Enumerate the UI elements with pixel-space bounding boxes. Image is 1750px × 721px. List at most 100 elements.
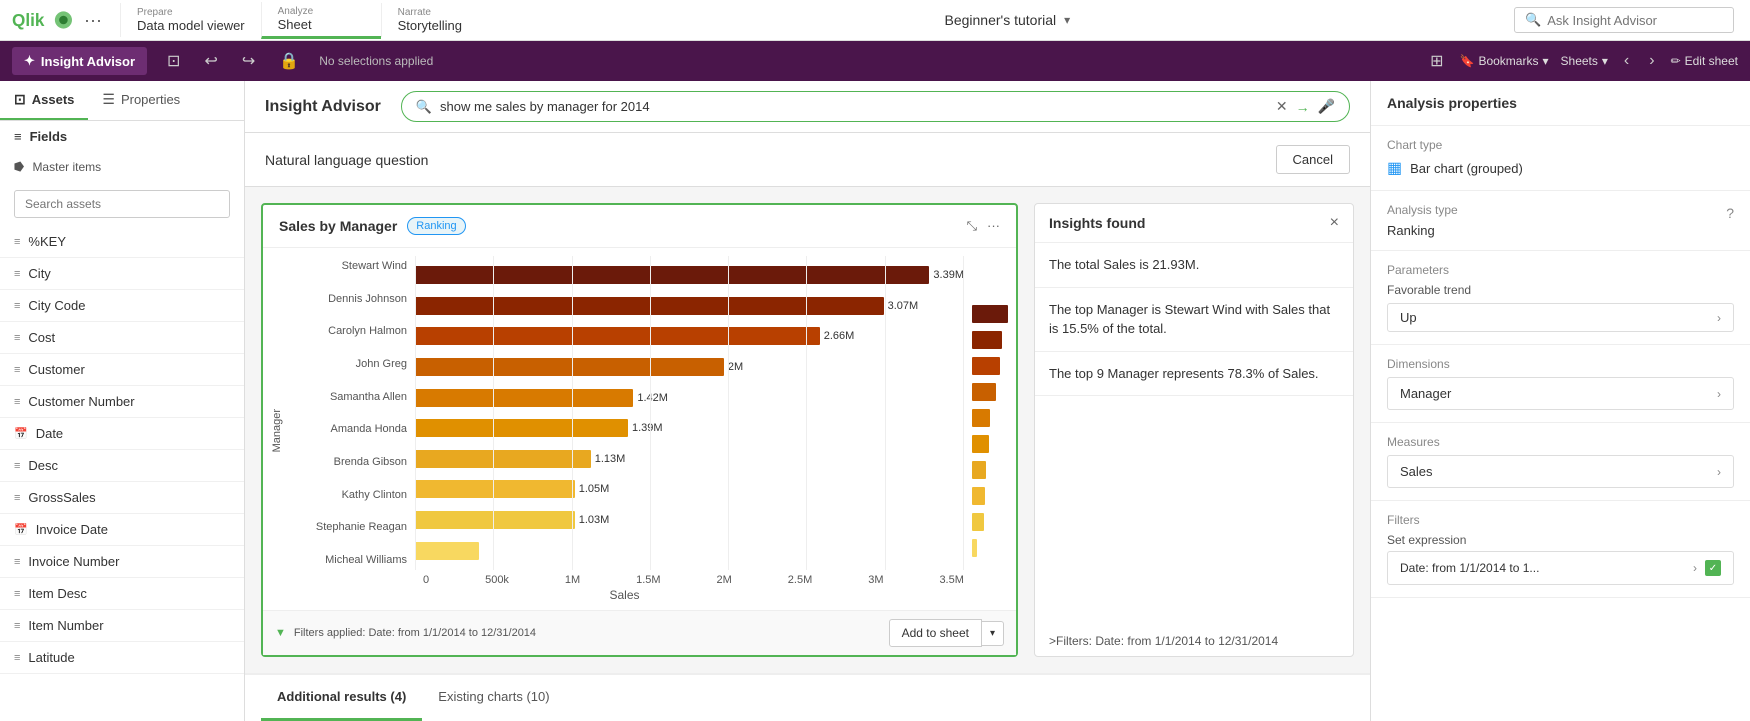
field-item[interactable]: ≡GrossSales	[0, 482, 244, 514]
bar-row[interactable]: 1.42M	[415, 387, 964, 409]
bar-row[interactable]: 3.07M	[415, 295, 964, 317]
field-item[interactable]: ≡City	[0, 258, 244, 290]
dimension-chevron-icon: ›	[1717, 387, 1721, 401]
parameters-label: Parameters	[1387, 263, 1734, 277]
nav-right-icons: ⊞ 🔖 Bookmarks ▾ Sheets ▾ ‹ › ✏ Edit shee…	[1426, 47, 1738, 75]
tab-assets[interactable]: ⊡ Assets	[0, 81, 88, 120]
bar-row[interactable]: 2.66M	[415, 325, 964, 347]
field-item[interactable]: ≡City Code	[0, 290, 244, 322]
bottom-tab[interactable]: Existing charts (10)	[422, 675, 565, 721]
add-to-sheet-button[interactable]: Add to sheet ▾	[889, 619, 1004, 647]
y-axis: Stewart WindDennis JohnsonCarolyn Halmon…	[285, 256, 415, 570]
close-insights-icon[interactable]: ×	[1330, 214, 1339, 232]
filter-expression-row[interactable]: Date: from 1/1/2014 to 1... › ✓	[1387, 551, 1734, 585]
search-assets-input[interactable]	[14, 190, 230, 218]
narrate-nav[interactable]: Narrate Storytelling	[381, 3, 501, 37]
add-to-sheet-main[interactable]: Add to sheet	[889, 619, 982, 647]
bar-value: 1.39M	[632, 422, 663, 434]
bar-value: 1.13M	[595, 453, 626, 465]
x-label: 2M	[717, 574, 732, 586]
bar-row[interactable]: 3.39M	[415, 264, 964, 286]
bottom-tab[interactable]: Additional results (4)	[261, 675, 422, 721]
filter-expr-chevron-icon: ›	[1693, 561, 1697, 575]
measures-section: Measures Sales ›	[1371, 423, 1750, 501]
x-axis: 0500k1M1.5M2M2.5M3M3.5M	[285, 570, 964, 586]
x-label: 0	[423, 574, 429, 586]
ia-search-icon: 🔍	[416, 99, 432, 115]
bar-row[interactable]: 1.39M	[415, 417, 964, 439]
y-label: Carolyn Halmon	[328, 325, 407, 337]
y-label: Brenda Gibson	[334, 456, 407, 468]
analysis-type-section: Analysis type ? Ranking	[1371, 191, 1750, 251]
ia-search-input[interactable]	[440, 99, 1268, 114]
filter-checkbox[interactable]: ✓	[1705, 560, 1721, 576]
analyze-sub-label: Analyze	[278, 6, 365, 17]
grid-icon[interactable]: ⊞	[1426, 47, 1447, 75]
y-label: Stewart Wind	[342, 260, 407, 272]
more-chart-options-icon[interactable]: ···	[987, 218, 1000, 234]
field-item[interactable]: ≡Item Number	[0, 610, 244, 642]
prepare-nav[interactable]: Prepare Data model viewer	[120, 3, 261, 37]
chart-title: Sales by Manager	[279, 218, 397, 234]
mini-bar	[972, 331, 1002, 349]
tab-properties[interactable]: ☰ Properties	[88, 81, 194, 120]
analyze-nav[interactable]: Analyze Sheet	[261, 2, 381, 39]
field-item[interactable]: ≡Cost	[0, 322, 244, 354]
measure-row[interactable]: Sales ›	[1387, 455, 1734, 488]
clear-search-icon[interactable]: ✕	[1276, 98, 1288, 115]
field-item[interactable]: ≡Item Desc	[0, 578, 244, 610]
expand-icon[interactable]: ⤡	[967, 218, 977, 234]
field-item[interactable]: 📅Date	[0, 418, 244, 450]
sheets-button[interactable]: Sheets ▾	[1561, 54, 1608, 68]
add-to-sheet-dropdown[interactable]: ▾	[982, 621, 1004, 646]
bar-row[interactable]	[415, 540, 964, 562]
field-item[interactable]: ≡Latitude	[0, 642, 244, 674]
bar-row[interactable]: 2M	[415, 356, 964, 378]
bookmarks-button[interactable]: 🔖 Bookmarks ▾	[1460, 54, 1549, 68]
prev-sheet-icon[interactable]: ‹	[1620, 48, 1633, 74]
submit-search-icon[interactable]: →	[1296, 99, 1310, 115]
field-item[interactable]: 📅Invoice Date	[0, 514, 244, 546]
bar-fill	[415, 389, 633, 407]
field-item[interactable]: ≡Customer	[0, 354, 244, 386]
master-items-icon: ⭓	[14, 160, 24, 174]
chevron-down-icon[interactable]: ▾	[1064, 13, 1070, 27]
y-label: Micheal Williams	[325, 554, 407, 566]
help-icon[interactable]: ?	[1726, 205, 1734, 221]
filters-section: Filters Set expression Date: from 1/1/20…	[1371, 501, 1750, 598]
bar-row[interactable]: 1.13M	[415, 448, 964, 470]
more-options-icon[interactable]: ···	[78, 10, 108, 31]
sheets-chevron-icon: ▾	[1602, 54, 1608, 68]
field-icon: ≡	[14, 300, 20, 312]
field-item[interactable]: ≡Desc	[0, 450, 244, 482]
y-label: Samantha Allen	[330, 391, 407, 403]
bar-row[interactable]: 1.05M	[415, 478, 964, 500]
x-label: 1M	[565, 574, 580, 586]
field-item[interactable]: ≡%KEY	[0, 226, 244, 258]
parameters-section: Parameters Favorable trend Up ›	[1371, 251, 1750, 345]
mini-bar	[972, 461, 986, 479]
back-icon[interactable]: ↩	[200, 47, 221, 75]
insight-advisor-button[interactable]: ✦ Insight Advisor	[12, 47, 147, 75]
field-icon: ≡	[14, 620, 20, 632]
lock-icon[interactable]: 🔒	[275, 47, 303, 75]
master-items-button[interactable]: ⭓ Master items	[0, 152, 244, 182]
dimension-row[interactable]: Manager ›	[1387, 377, 1734, 410]
bar-value: 3.39M	[933, 269, 964, 281]
ask-insight-advisor-bar[interactable]: 🔍	[1514, 7, 1734, 33]
next-sheet-icon[interactable]: ›	[1645, 48, 1658, 74]
favorable-trend-value[interactable]: Up ›	[1387, 303, 1734, 332]
insights-title: Insights found	[1049, 215, 1330, 231]
cancel-button[interactable]: Cancel	[1276, 145, 1350, 174]
ia-search-bar[interactable]: 🔍 ✕ → 🎤	[401, 91, 1350, 122]
bar-row[interactable]: 1.03M	[415, 509, 964, 531]
main-area: ⊡ Assets ☰ Properties ≡ Fields ⭓ Master …	[0, 81, 1750, 721]
forward-icon[interactable]: ↪	[238, 47, 259, 75]
edit-sheet-button[interactable]: ✏ Edit sheet	[1671, 54, 1738, 68]
selection-icon[interactable]: ⊡	[163, 47, 184, 75]
fields-label[interactable]: ≡ Fields	[0, 121, 244, 152]
field-item[interactable]: ≡Invoice Number	[0, 546, 244, 578]
ask-ia-input[interactable]	[1547, 13, 1723, 28]
field-item[interactable]: ≡Customer Number	[0, 386, 244, 418]
microphone-icon[interactable]: 🎤	[1318, 98, 1335, 115]
